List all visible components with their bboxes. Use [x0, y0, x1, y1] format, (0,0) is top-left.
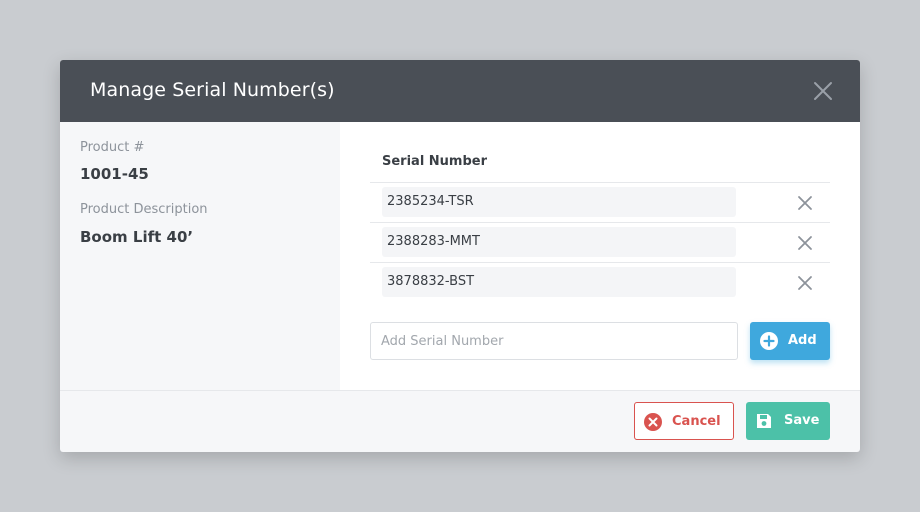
save-button[interactable]: Save	[746, 402, 830, 440]
plus-circle-icon	[760, 332, 778, 350]
dialog-title: Manage Serial Number(s)	[90, 79, 335, 101]
serial-numbers-panel: Serial Number 2385234-TSR 2388283-MMT 38…	[340, 122, 860, 390]
product-number-label: Product #	[80, 140, 145, 155]
floppy-disk-icon	[757, 414, 771, 428]
save-button-label: Save	[784, 413, 820, 428]
dialog-close-button[interactable]	[812, 80, 834, 102]
cancel-button-label: Cancel	[672, 414, 721, 429]
row-divider	[370, 182, 830, 183]
close-icon	[814, 82, 832, 100]
add-serial-number-input[interactable]	[370, 322, 738, 360]
product-description-value: Boom Lift 40’	[80, 228, 194, 246]
product-info-panel: Product # 1001-45 Product Description Bo…	[60, 122, 340, 390]
footer-divider	[60, 390, 860, 391]
row-divider	[370, 222, 830, 223]
remove-serial-button[interactable]	[797, 195, 813, 211]
x-circle-icon	[644, 413, 662, 431]
add-serial-button[interactable]: Add	[750, 322, 830, 360]
close-icon	[798, 196, 812, 210]
row-divider	[370, 262, 830, 263]
product-number-value: 1001-45	[80, 165, 149, 183]
product-description-label: Product Description	[80, 202, 208, 217]
cancel-button[interactable]: Cancel	[634, 402, 734, 440]
close-icon	[798, 276, 812, 290]
serial-number-value: 3878832-BST	[382, 267, 736, 297]
serial-number-value: 2385234-TSR	[382, 187, 736, 217]
close-icon	[798, 236, 812, 250]
remove-serial-button[interactable]	[797, 235, 813, 251]
remove-serial-button[interactable]	[797, 275, 813, 291]
serial-number-dialog: Manage Serial Number(s) Product # 1001-4…	[60, 60, 860, 452]
add-button-label: Add	[788, 333, 817, 348]
serial-number-value: 2388283-MMT	[382, 227, 736, 257]
serial-number-column-header: Serial Number	[382, 154, 488, 169]
dialog-header: Manage Serial Number(s)	[60, 60, 860, 122]
